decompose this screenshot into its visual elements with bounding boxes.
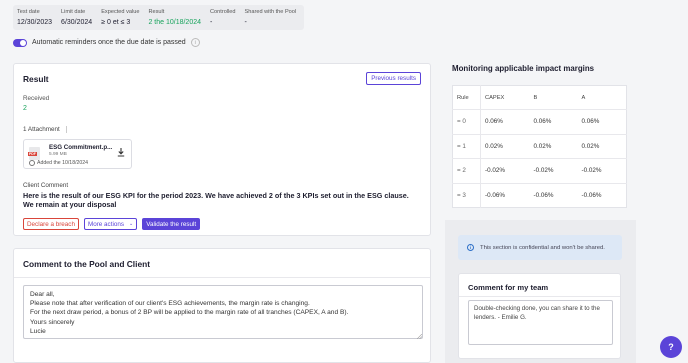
- header-b: B: [533, 94, 538, 101]
- b-cell: 0.02%: [529, 133, 578, 159]
- attachment-file[interactable]: ESG Commitment.p... 5.99 MB Added the 10…: [23, 139, 132, 169]
- confidential-panel: i This section is confidential and won't…: [445, 220, 636, 363]
- more-actions-label: More actions: [87, 220, 125, 228]
- file-size: 5.99 MB: [49, 152, 67, 157]
- client-comment-text: Here is the result of our ESG KPI for th…: [23, 191, 409, 209]
- clock-icon: [29, 160, 35, 166]
- table-row: = 1 0.02% 0.02% 0.02%: [452, 133, 627, 159]
- help-button[interactable]: ?: [660, 336, 682, 358]
- a-cell: -0.02%: [577, 158, 627, 183]
- header-capex: CAPEX: [485, 94, 505, 101]
- attachment-count: 1 Attachment: [23, 126, 60, 134]
- limit-date-value: 6/30/2024: [61, 19, 93, 26]
- monitoring-table: Rule CAPEX B A = 0 0.06% 0.06% 0.06% = 1…: [452, 85, 627, 208]
- b-cell: -0.02%: [529, 158, 578, 183]
- capex-cell: 0.02%: [480, 133, 530, 159]
- info-icon[interactable]: i: [190, 38, 200, 47]
- pdf-file-icon: [28, 147, 40, 160]
- b-cell: 0.06%: [529, 109, 578, 134]
- a-cell: 0.02%: [577, 133, 627, 159]
- controlled-label: Controlled: [210, 9, 236, 15]
- divider: [14, 277, 430, 278]
- test-date-label: Test date: [17, 9, 40, 15]
- capex-cell: 0.06%: [480, 109, 530, 134]
- info-icon: i: [467, 244, 474, 251]
- rule-cell: = 0: [452, 109, 481, 134]
- chevron-down-icon: ⌄: [129, 221, 134, 227]
- table-row: = 3 -0.06% -0.06% -0.06%: [452, 182, 627, 208]
- reminders-label: Automatic reminders once the due date is…: [32, 39, 186, 46]
- received-label: Received: [23, 95, 50, 102]
- divider: [65, 126, 67, 133]
- expected-value: ≥ 0 et ≤ 3: [101, 19, 131, 26]
- result-title: Result: [23, 74, 49, 84]
- a-cell: 0.06%: [577, 109, 627, 134]
- more-actions-button[interactable]: More actions ⌄: [83, 218, 138, 230]
- test-date-value: 12/30/2023: [17, 19, 53, 26]
- summary-strip: Test date 12/30/2023 Limit date 6/30/202…: [13, 5, 304, 30]
- result-value: 2 the 10/18/2024: [148, 19, 202, 26]
- file-added-text: Added the 10/18/2024: [37, 160, 89, 166]
- attachment-label: 1 Attachment: [23, 126, 67, 133]
- result-card: Result Previous results Received 2 1 Att…: [13, 63, 431, 236]
- table-row: = 0 0.06% 0.06% 0.06%: [452, 109, 627, 134]
- monitoring-title: Monitoring applicable impact margins: [452, 64, 595, 73]
- b-cell: -0.06%: [529, 182, 578, 208]
- reminders-toggle[interactable]: [13, 38, 27, 47]
- rule-cell: = 2: [452, 158, 481, 183]
- limit-date-col: Limit date 6/30/2024: [61, 9, 92, 26]
- confidential-notice: i This section is confidential and won't…: [458, 235, 622, 260]
- test-date-col: Test date 12/30/2023: [17, 9, 52, 26]
- file-added-date: Added the 10/18/2024: [29, 160, 88, 166]
- declare-breach-button[interactable]: Declare a breach: [23, 218, 79, 230]
- limit-date-label: Limit date: [61, 9, 86, 15]
- controlled-col: Controlled -: [210, 9, 236, 26]
- table-row: = 2 -0.02% -0.02% -0.02%: [452, 158, 627, 183]
- shared-value: -: [244, 19, 247, 26]
- header-a: A: [581, 94, 586, 101]
- confidential-text: This section is confidential and won't b…: [480, 244, 605, 251]
- rule-cell: = 3: [452, 182, 481, 208]
- resize-handle-icon[interactable]: [417, 334, 422, 339]
- pool-comment-card: Comment to the Pool and Client Dear all,…: [13, 248, 431, 363]
- result-actions: Declare a breach More actions ⌄ Validate…: [23, 218, 201, 230]
- expected-value-label: Expected value: [101, 9, 140, 15]
- client-comment-label: Client Comment: [23, 182, 69, 189]
- previous-results-button[interactable]: Previous results: [366, 72, 421, 85]
- pool-comment-textarea[interactable]: Dear all, Please note that after verific…: [23, 285, 423, 339]
- result-label: Result: [148, 9, 165, 15]
- team-comment-card: Comment for my team Double-checking done…: [458, 273, 621, 359]
- rule-cell: = 1: [452, 133, 481, 159]
- result-col: Result 2 the 10/18/2024: [148, 9, 201, 26]
- capex-cell: -0.06%: [480, 182, 530, 208]
- reminders-row: Automatic reminders once the due date is…: [13, 38, 200, 47]
- divider: [459, 296, 620, 297]
- file-name: ESG Commitment.p...: [49, 144, 113, 151]
- shared-col: Shared with the Pool -: [245, 9, 297, 26]
- a-cell: -0.06%: [577, 182, 627, 208]
- header-rule: Rule: [452, 85, 481, 110]
- expected-value-col: Expected value ≥ 0 et ≤ 3: [101, 9, 139, 26]
- capex-cell: -0.02%: [480, 158, 530, 183]
- team-comment-textarea[interactable]: Double-checking done, you can share it t…: [468, 300, 613, 345]
- controlled-value: -: [210, 19, 213, 26]
- download-icon[interactable]: [117, 148, 125, 157]
- received-value: 2: [23, 105, 27, 112]
- table-header-row: Rule CAPEX B A: [452, 85, 627, 110]
- team-comment-title: Comment for my team: [468, 283, 549, 292]
- validate-result-button[interactable]: Validate the result: [142, 218, 201, 230]
- shared-label: Shared with the Pool: [244, 9, 297, 15]
- pool-comment-title: Comment to the Pool and Client: [23, 259, 151, 269]
